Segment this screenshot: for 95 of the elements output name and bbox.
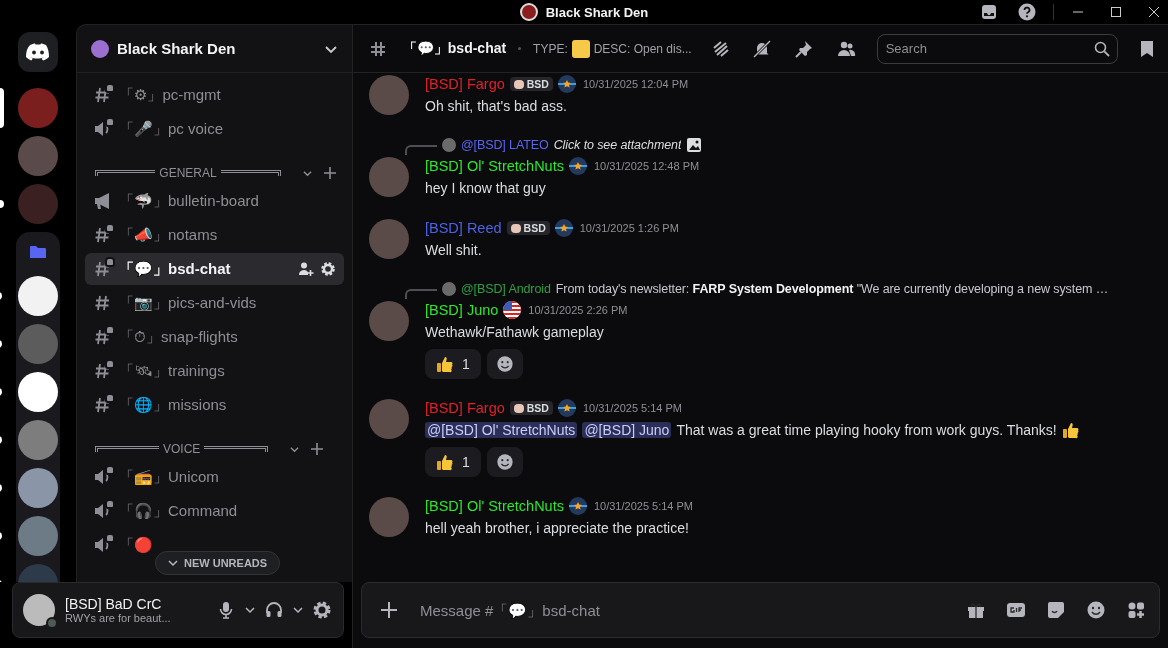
chevron-down-icon[interactable] — [290, 444, 300, 454]
user-mention[interactable]: @[BSD] Juno — [582, 422, 672, 438]
new-unreads-toast[interactable]: NEW UNREADS — [155, 551, 281, 575]
author-name[interactable]: [BSD] Fargo — [425, 400, 505, 416]
rank-badge-icon — [557, 399, 576, 417]
channel-item[interactable]: 「⏱」snap-flights — [85, 321, 344, 353]
add-reaction-button[interactable] — [486, 447, 523, 477]
thumbs-up-icon — [436, 355, 454, 373]
topic-text[interactable]: DESC: Open dis... — [593, 41, 692, 56]
emoji-icon — [495, 355, 514, 373]
timestamp: 10/31/2025 12:04 PM — [582, 78, 689, 90]
channel-item[interactable]: 「🌐」missions — [85, 389, 344, 421]
message-text: Wethawk/Fathawk gameplay — [425, 324, 604, 340]
server-icon-placeholder[interactable] — [18, 468, 58, 508]
avatar-placeholder — [369, 75, 409, 115]
add-reaction-button[interactable] — [486, 349, 523, 379]
discord-logo-icon[interactable] — [18, 32, 58, 72]
avatar-placeholder — [369, 219, 409, 259]
reaction-button[interactable]: 1 — [425, 349, 481, 379]
channel-item[interactable]: 「🎤」pc voice — [85, 113, 344, 145]
user-avatar[interactable] — [23, 594, 55, 626]
reply-author[interactable]: @[BSD] Android — [461, 282, 551, 296]
plus-icon[interactable] — [378, 601, 400, 619]
server-icon-placeholder[interactable] — [18, 372, 58, 412]
settings-icon[interactable] — [320, 261, 336, 277]
author-name[interactable]: [BSD] Ol' StretchNuts — [425, 498, 564, 514]
channel-item[interactable]: 「📣」notams — [85, 219, 344, 251]
message-text: Well shit. — [425, 242, 482, 258]
status-dot — [46, 617, 58, 629]
user-mention[interactable]: @[BSD] Ol' StretchNuts — [425, 422, 578, 438]
reply-connector — [405, 289, 437, 299]
server-logo-icon — [519, 3, 538, 21]
channel-item[interactable]: 「🛰」trainings — [85, 355, 344, 387]
sticker-icon[interactable] — [1045, 600, 1067, 620]
square-icon — [571, 39, 590, 58]
search-field[interactable]: Search — [876, 33, 1119, 64]
channel-item[interactable]: 「💬」bsd-chat — [85, 253, 344, 285]
plus-icon[interactable] — [324, 167, 336, 179]
search-icon — [1094, 40, 1111, 57]
reply-text[interactable]: Click to see attachment — [553, 138, 682, 152]
rank-badge-icon — [568, 497, 587, 515]
author-name[interactable]: [BSD] Fargo — [425, 76, 505, 92]
custom-status: RWYs are for beaut... — [65, 612, 172, 624]
timestamp: 10/31/2025 1:26 PM — [579, 222, 679, 234]
gif-icon[interactable] — [1005, 600, 1027, 620]
timestamp: 10/31/2025 5:14 PM — [582, 402, 683, 414]
thumbs-up-icon — [1061, 421, 1080, 439]
server-icon-placeholder[interactable] — [18, 276, 58, 316]
chevron-down-icon[interactable] — [303, 168, 312, 178]
reply-avatar — [442, 282, 456, 296]
category-label[interactable]: VOICE — [163, 442, 201, 456]
avatar-placeholder — [369, 157, 409, 197]
channel-item[interactable]: 「⚙」pc-mgmt — [85, 79, 344, 111]
emoji-icon — [495, 453, 514, 471]
server-header[interactable]: Black Shark Den — [77, 25, 352, 73]
author-name[interactable]: [BSD] Juno — [425, 302, 499, 318]
message-text: hey I know that guy — [425, 180, 546, 196]
timestamp: 10/31/2025 12:48 PM — [593, 160, 700, 172]
server-tag: BSD — [506, 221, 550, 235]
avatar-placeholder — [369, 497, 409, 537]
rank-badge-icon — [554, 219, 573, 237]
timestamp: 10/31/2025 2:26 PM — [528, 304, 628, 316]
image-icon — [686, 137, 703, 153]
channel-item[interactable]: 「🦈」bulletin-board — [85, 185, 344, 217]
message-text: That was a great time playing hooky from work guys. Thanks! — [676, 422, 1057, 438]
username: [BSD] BaD CrC — [65, 596, 163, 612]
rank-badge-icon — [568, 157, 587, 175]
server-tag: BSD — [509, 77, 553, 91]
reply-author[interactable]: @[BSD] LATEO — [461, 138, 549, 152]
server-icon — [91, 39, 109, 58]
reply-avatar — [442, 138, 456, 152]
category-label[interactable]: GENERAL — [159, 166, 217, 180]
window-title: Black Shark Den — [545, 4, 649, 20]
server-name: Black Shark Den — [117, 40, 237, 57]
author-name[interactable]: [BSD] Reed — [425, 220, 502, 236]
message-text: Oh shit, that's bad ass. — [425, 98, 567, 114]
reaction-button[interactable]: 1 — [425, 447, 481, 477]
chevron-down-icon — [168, 558, 178, 568]
thumbs-up-icon — [436, 453, 454, 471]
avatar-placeholder — [369, 301, 409, 341]
reply-connector — [405, 145, 437, 155]
topic-text: TYPE: — [533, 41, 568, 56]
avatar-placeholder — [369, 399, 409, 439]
add-member-icon[interactable] — [298, 261, 314, 277]
author-name[interactable]: [BSD] Ol' StretchNuts — [425, 158, 564, 174]
rank-badge-icon — [557, 75, 576, 93]
channel-item[interactable]: 「📻」Unicom — [85, 461, 344, 493]
message-text: hell yeah brother, i appreciate the practice! — [425, 520, 689, 536]
reply-text[interactable]: From today's newsletter: FARP System Development "We are currently developing a new system … — [555, 282, 1109, 296]
server-tag: BSD — [509, 401, 553, 415]
channel-item[interactable]: 「🎧」Command — [85, 495, 344, 527]
channel-item[interactable]: 「📷」pics-and-vids — [85, 287, 344, 319]
plus-icon[interactable] — [311, 443, 324, 455]
emoji-icon[interactable] — [1085, 600, 1107, 620]
timestamp: 10/31/2025 5:14 PM — [593, 500, 694, 512]
